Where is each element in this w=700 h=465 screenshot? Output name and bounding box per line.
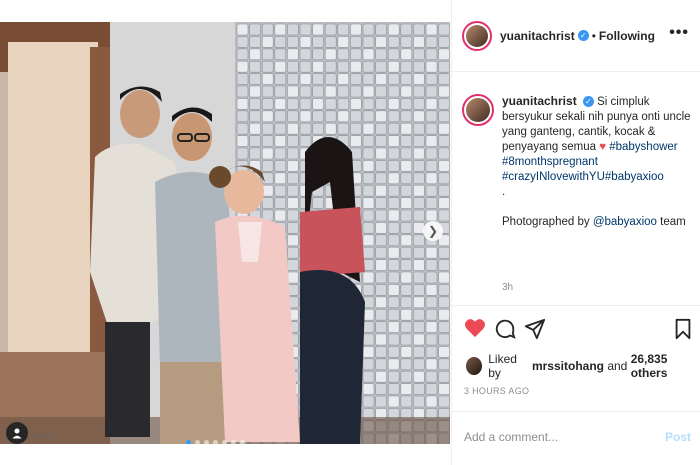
post-caption: yuanitachrist ✓ Si cimpluk bersyukur sek…	[462, 94, 692, 230]
carousel-dot	[213, 440, 218, 444]
carousel-dot	[186, 440, 191, 444]
caption-dot: .	[502, 186, 506, 198]
caption-body: yuanitachrist ✓ Si cimpluk bersyukur sek…	[502, 94, 692, 230]
bookmark-icon[interactable]	[674, 318, 692, 340]
comment-icon[interactable]	[494, 318, 516, 340]
caption-avatar[interactable]	[462, 94, 494, 126]
carousel-dot	[204, 440, 209, 444]
tag-user-icon[interactable]	[6, 422, 28, 444]
caption-timestamp[interactable]: 3h	[502, 282, 513, 293]
comment-bar: Post	[452, 411, 700, 465]
post-photo[interactable]: AXIOO	[0, 22, 450, 444]
carousel-dot	[222, 440, 227, 444]
hashtag-babyshower[interactable]: #babyshower	[609, 141, 677, 153]
post-header: yuanitachrist ✓ • Following •••	[452, 0, 700, 72]
hashtag-crazyinlovewithyu[interactable]: #crazyINlovewithYU	[502, 171, 605, 183]
likes-prefix: Liked by	[488, 352, 517, 380]
likes-count[interactable]: 26,835 others	[631, 352, 700, 380]
likes-and: and	[607, 359, 628, 373]
heart-emoji-icon: ♥	[599, 141, 607, 153]
verified-icon: ✓	[577, 30, 589, 41]
hashtag-8monthspregnant[interactable]: #8monthspregnant	[502, 156, 598, 168]
carousel-dot	[240, 440, 245, 444]
likes-summary: Liked by mrssitohang and 26,835 others	[466, 352, 700, 380]
carousel-dot	[195, 440, 200, 444]
photo-credit-suffix: team	[660, 216, 686, 228]
post-comment-button[interactable]: Post	[665, 430, 691, 444]
photo-credit-prefix: Photographed by	[502, 216, 590, 228]
heart-filled-icon[interactable]	[464, 318, 486, 338]
carousel-dot	[231, 440, 236, 444]
more-options-icon[interactable]: •••	[669, 24, 689, 42]
likes-user[interactable]: mrssitohang	[532, 359, 604, 373]
photo-watermark: AXIOO	[30, 434, 53, 441]
header-separator: •	[591, 28, 596, 43]
photo-illustration	[0, 22, 450, 444]
photo-credit-handle[interactable]: @babyaxioo	[593, 216, 657, 228]
caption-username[interactable]: yuanitachrist	[502, 94, 577, 108]
instagram-post-frame: AXIOO ❯ yuanitachrist ✓ • Following ••• …	[0, 0, 700, 465]
carousel-dots	[186, 440, 245, 444]
post-side-panel: yuanitachrist ✓ • Following ••• yuanitac…	[451, 0, 700, 465]
header-username[interactable]: yuanitachrist	[500, 29, 575, 43]
liker-avatar[interactable]	[466, 357, 483, 375]
posted-time[interactable]: 3 HOURS AGO	[464, 386, 529, 396]
verified-icon: ✓	[582, 96, 594, 108]
comment-input[interactable]	[464, 430, 644, 444]
hashtag-babyaxioo[interactable]: #babyaxioo	[605, 171, 664, 183]
share-icon[interactable]	[524, 318, 546, 340]
following-button[interactable]: Following	[599, 29, 655, 43]
action-bar	[452, 305, 700, 355]
next-arrow-icon[interactable]: ❯	[423, 221, 443, 241]
avatar[interactable]	[462, 20, 492, 51]
